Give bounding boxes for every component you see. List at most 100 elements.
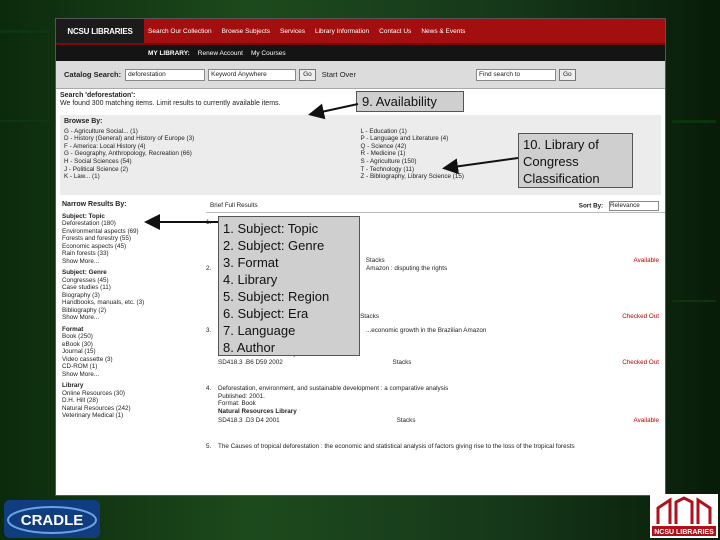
facet-link[interactable]: Forests and forestry (55) <box>62 235 200 243</box>
facets-callout-line: 4. Library <box>223 272 278 287</box>
bg-stripe <box>672 120 716 123</box>
facets-callout-line: 7. Language <box>223 323 296 338</box>
classification-callout-line: Congress <box>523 154 579 169</box>
record-library: Natural Resources Library <box>218 407 297 415</box>
facet-link[interactable]: Video cassette (3) <box>62 356 200 364</box>
bg-stripe <box>672 300 716 302</box>
record-call-number: SD418.3 .B6 D59 2002 <box>218 359 283 367</box>
classification-callout: 10. Library of Congress Classification <box>518 133 633 188</box>
sort-control: Sort By: Relevance <box>578 200 659 211</box>
my-library-label: MY LIBRARY: <box>148 49 190 57</box>
classification-callout-line: Classification <box>523 171 600 186</box>
facet-link[interactable]: CD-ROM (1) <box>62 363 200 371</box>
availability-callout: 9. Availability <box>356 91 464 112</box>
facet-group-title: Format <box>62 325 84 333</box>
cradle-logo: CRADLE <box>4 500 100 538</box>
top-nav: Search Our Collection Browse Subjects Se… <box>144 19 665 43</box>
facet-link[interactable]: D.H. Hill (28) <box>62 397 200 405</box>
facet-link[interactable]: Handbooks, manuals, etc. (3) <box>62 299 200 307</box>
record-status: Checked Out <box>622 359 659 367</box>
my-courses-link[interactable]: My Courses <box>251 50 286 57</box>
start-over-link[interactable]: Start Over <box>322 70 356 79</box>
sort-select[interactable]: Relevance <box>609 200 659 211</box>
record-format: Format: Book <box>218 400 256 408</box>
record-location: Stacks <box>360 312 380 320</box>
facets-callout-line: 1. Subject: Topic <box>223 221 319 236</box>
record-number: 3. <box>206 327 212 334</box>
catalog-screenshot: NCSU LIBRARIES Search Our Collection Bro… <box>55 18 666 496</box>
result-record: 4. Deforestation, environment, and sustai… <box>206 385 659 425</box>
facet-link[interactable]: Book (250) <box>62 333 200 341</box>
facets-callout-line: 8. Author <box>223 340 276 355</box>
facet-link[interactable]: Rain forests (33) <box>62 250 200 258</box>
browse-link[interactable]: G - Agriculture Social... (1) <box>64 128 361 136</box>
browse-link[interactable]: D - History (General) and History of Eur… <box>64 135 361 143</box>
facet-link[interactable]: Biography (3) <box>62 292 200 300</box>
browse-link[interactable]: J - Political Science (2) <box>64 166 361 174</box>
search-type-select[interactable]: Keyword Anywhere <box>208 68 297 81</box>
facets-callout-line: 2. Subject: Genre <box>223 238 325 253</box>
facet-link[interactable]: Natural Resources (242) <box>62 405 200 413</box>
browse-link[interactable]: G - Geography, Anthropology, Recreation … <box>64 150 361 158</box>
narrow-results-title: Narrow Results By: <box>62 201 127 208</box>
nav-link[interactable]: Contact Us <box>379 28 411 35</box>
nav-link[interactable]: Services <box>280 28 305 35</box>
record-status: Available <box>633 417 659 425</box>
ncsu-libraries-logo: NCSU LIBRARIES <box>56 19 144 43</box>
presentation-slide: { "header": { "logo": "NCSU LIBRARIES", … <box>0 0 720 540</box>
browse-link[interactable]: H - Social Sciences (54) <box>64 158 361 166</box>
find-search-select[interactable]: Find search to <box>475 68 556 81</box>
browse-link[interactable]: K - Law... (1) <box>64 173 361 181</box>
record-status: Checked Out <box>622 312 659 320</box>
facets-callout-line: 3. Format <box>223 255 279 270</box>
show-more-link[interactable]: Show More... <box>62 371 200 379</box>
facet-group-title: Subject: Topic <box>62 212 105 220</box>
record-title[interactable]: Deforestation, environment, and sustaina… <box>218 385 448 392</box>
nav-link[interactable]: Library Information <box>315 28 369 35</box>
record-number: 5. <box>206 443 212 450</box>
facet-link[interactable]: Environmental aspects (69) <box>62 228 200 236</box>
facet-link[interactable]: Veterinary Medical (1) <box>62 412 200 420</box>
availability-callout-text: 9. Availability <box>362 94 437 109</box>
facets-callout-line: 6. Subject: Era <box>223 306 309 321</box>
facet-link[interactable]: Online Resources (30) <box>62 390 200 398</box>
facet-link[interactable]: Bibliography (2) <box>62 307 200 315</box>
cradle-logo-text: CRADLE <box>21 512 84 529</box>
facet-group-title: Subject: Genre <box>62 269 107 276</box>
ncsu-libraries-emblem: NCSU LIBRARIES <box>650 494 718 538</box>
facet-link[interactable]: Journal (15) <box>62 348 200 356</box>
sort-value: Relevance <box>610 201 640 209</box>
results-header: Brief Full Results Sort By: Relevance <box>206 199 665 213</box>
sort-label: Sort By: <box>578 202 604 210</box>
renew-account-link[interactable]: Renew Account <box>198 50 243 57</box>
browse-title: Browse By: <box>64 118 103 125</box>
bg-stripe <box>0 120 50 122</box>
show-more-link[interactable]: Show More... <box>62 314 200 322</box>
browse-link[interactable]: F - America: Local History (4) <box>64 143 361 151</box>
result-record: 5. The Causes of tropical deforestation :… <box>206 443 659 451</box>
nav-link[interactable]: Browse Subjects <box>222 28 270 35</box>
record-number: 4. <box>206 385 212 392</box>
go-button-2[interactable]: Go <box>558 68 576 81</box>
nav-link[interactable]: News & Events <box>421 28 465 35</box>
facet-link[interactable]: Congresses (45) <box>62 277 200 285</box>
classification-callout-line: 10. Library of <box>523 137 599 152</box>
catalog-search-label: Catalog Search: <box>64 70 122 79</box>
go-button[interactable]: Go <box>299 68 316 81</box>
facet-link[interactable]: Case studies (11) <box>62 284 200 292</box>
my-library-bar: MY LIBRARY: Renew Account My Courses <box>56 43 665 61</box>
record-title[interactable]: The Causes of tropical deforestation : t… <box>218 443 575 450</box>
narrow-results-panel: Narrow Results By: Subject: Topic Defore… <box>56 199 206 422</box>
facet-link[interactable]: Deforestation (180) <box>62 220 200 228</box>
nav-link[interactable]: Search Our Collection <box>148 28 212 35</box>
view-toggle[interactable]: Brief Full Results <box>210 202 258 210</box>
browse-left-col: G - Agriculture Social... (1) D - Histor… <box>64 128 361 181</box>
facet-link[interactable]: Economic aspects (45) <box>62 243 200 251</box>
record-location: Stacks <box>396 417 416 425</box>
record-call-number: SD418.3 .D3 D4 2001 <box>218 417 280 425</box>
facets-callout: 1. Subject: Topic 2. Subject: Genre 3. F… <box>218 216 360 356</box>
record-location: Stacks <box>392 359 412 367</box>
show-more-link[interactable]: Show More... <box>62 258 200 266</box>
search-input[interactable]: deforestation <box>125 68 206 81</box>
facet-link[interactable]: eBook (30) <box>62 341 200 349</box>
